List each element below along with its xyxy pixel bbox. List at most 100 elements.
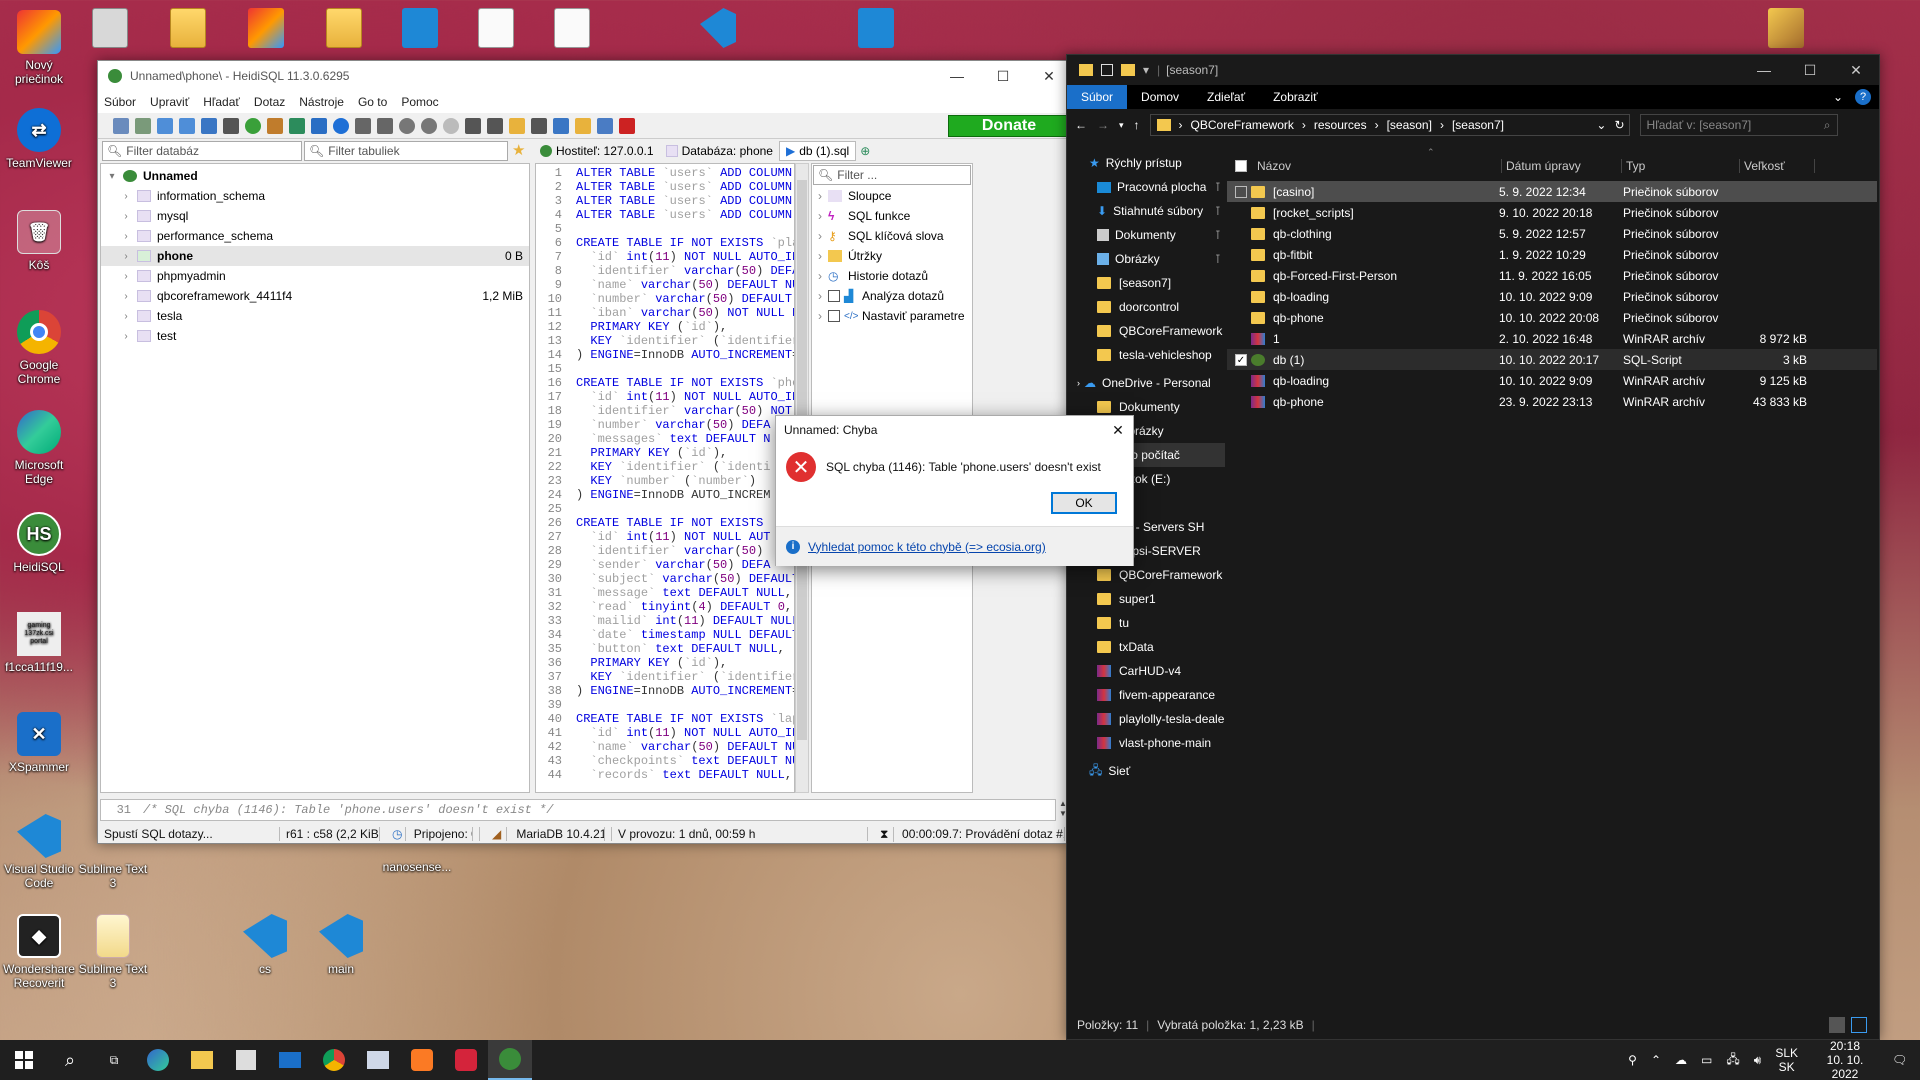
row-checkbox[interactable]: [1235, 312, 1247, 324]
up-arrow-icon[interactable]: ↑: [1134, 118, 1140, 132]
breadcrumb-item[interactable]: resources: [1314, 118, 1367, 132]
desktop-icon-edge[interactable]: Microsoft Edge: [0, 410, 78, 486]
nav-quick-access[interactable]: ★ Rýchly prístup: [1067, 151, 1225, 175]
nav-desktop[interactable]: Pracovná plocha ⊺: [1067, 175, 1225, 199]
file-row[interactable]: qb-fitbit 1. 9. 2022 10:29 Priečinok súbor…: [1227, 244, 1877, 265]
nav-onedrive[interactable]: › ☁ OneDrive - Personal: [1067, 371, 1225, 395]
desktop-icon-heidisql[interactable]: HS HeidiSQL: [0, 512, 78, 574]
chevron-up-icon[interactable]: ⌃: [1651, 1053, 1661, 1067]
tree-item-db[interactable]: › performance_schema: [101, 226, 529, 246]
taskbar-chrome[interactable]: [312, 1040, 356, 1080]
tree-item-db[interactable]: › qbcoreframework_4411f4 1,2 MiB: [101, 286, 529, 306]
nav-folder[interactable]: [season7]: [1067, 271, 1225, 295]
chevron-right-icon[interactable]: ›: [812, 249, 828, 263]
chevron-right-icon[interactable]: ›: [119, 271, 133, 282]
ribbon-tab-home[interactable]: Domov: [1127, 90, 1193, 104]
chevron-right-icon[interactable]: ›: [812, 209, 828, 223]
drive-icon[interactable]: [92, 8, 128, 48]
desktop-icon-teamviewer[interactable]: ⇄ TeamViewer: [0, 108, 78, 170]
row-checkbox[interactable]: ✓: [1235, 353, 1247, 366]
desktop-icon-wondershare[interactable]: ◆ Wondershare Recoverit: [0, 914, 78, 990]
ribbon-tab-file[interactable]: Súbor: [1067, 85, 1128, 109]
helper-filter-input[interactable]: 🔍︎ Filter ...: [813, 165, 971, 185]
breadcrumb-item[interactable]: QBCoreFramework: [1191, 118, 1294, 132]
nav-pictures[interactable]: Obrázky ⊺: [1067, 247, 1225, 271]
copy-icon[interactable]: [157, 117, 173, 134]
chevron-right-icon[interactable]: ›: [119, 251, 133, 262]
chevron-right-icon[interactable]: ›: [119, 331, 133, 342]
row-checkbox[interactable]: [1235, 270, 1247, 282]
file-row[interactable]: [casino] 5. 9. 2022 12:34 Priečinok súboro…: [1227, 181, 1877, 202]
help-link[interactable]: Vyhledat pomoc k této chybě (=> ecosia.o…: [808, 540, 1046, 554]
warning-icon[interactable]: [575, 117, 591, 134]
chevron-right-icon[interactable]: ›: [812, 189, 828, 203]
ribbon-tab-share[interactable]: Zdieľať: [1193, 90, 1259, 104]
add-icon[interactable]: [399, 117, 415, 134]
vscode-icon[interactable]: [700, 8, 736, 48]
tree-item-db[interactable]: › phpmyadmin: [101, 266, 529, 286]
row-checkbox[interactable]: [1235, 249, 1247, 261]
export-icon[interactable]: [289, 117, 305, 134]
cloud-icon[interactable]: ☁: [1675, 1053, 1687, 1067]
undo-icon[interactable]: [201, 117, 217, 134]
nav-folder[interactable]: tesla-vehicleshop: [1067, 343, 1225, 367]
search-input[interactable]: Hľadať v: [season7] ⌕: [1639, 114, 1838, 136]
save-icon[interactable]: [531, 117, 547, 134]
menu-file[interactable]: Súbor: [104, 95, 136, 109]
row-checkbox[interactable]: [1235, 291, 1247, 303]
nav-archive[interactable]: vlast-phone-main: [1067, 731, 1225, 755]
tree-item-db[interactable]: › tesla: [101, 306, 529, 326]
taskbar-xampp[interactable]: [400, 1040, 444, 1080]
menu-edit[interactable]: Upraviť: [150, 95, 189, 109]
chevron-right-icon[interactable]: ›: [119, 311, 133, 322]
desktop-icon-recycle-bin[interactable]: 🗑 Kôš: [0, 210, 78, 272]
helper-item-params[interactable]: › </> Nastaviť parametre: [812, 306, 972, 326]
column-name[interactable]: Názov: [1257, 159, 1501, 173]
people-icon[interactable]: ⚲: [1628, 1053, 1637, 1067]
tree-item-db-selected[interactable]: › phone 0 B: [101, 246, 529, 266]
chevron-down-icon[interactable]: ⌄: [1596, 118, 1606, 132]
taskbar-explorer[interactable]: [180, 1040, 224, 1080]
taskbar-app[interactable]: [356, 1040, 400, 1080]
close-button[interactable]: ✕: [1833, 55, 1879, 85]
clock[interactable]: 20:18 10. 10. 2022: [1812, 1039, 1878, 1080]
tiles-view-icon[interactable]: [1851, 1017, 1867, 1033]
file-row[interactable]: qb-clothing 5. 9. 2022 12:57 Priečinok súb…: [1227, 223, 1877, 244]
file-row[interactable]: qb-loading 10. 10. 2022 9:09 Priečinok súb…: [1227, 286, 1877, 307]
breadcrumb-item[interactable]: [season7]: [1452, 118, 1504, 132]
maximize-button[interactable]: ☐: [1787, 55, 1833, 85]
search-button[interactable]: ⌕: [48, 1040, 92, 1080]
ok-button[interactable]: OK: [1051, 492, 1117, 514]
column-type[interactable]: Typ: [1621, 159, 1739, 173]
nav-folder[interactable]: QBCoreFramework: [1067, 563, 1225, 587]
document-icon[interactable]: [554, 8, 590, 48]
ribbon-tab-view[interactable]: Zobraziť: [1259, 90, 1332, 104]
details-view-icon[interactable]: [1829, 1017, 1845, 1033]
file-row[interactable]: [rocket_scripts] 9. 10. 2022 20:18 Priečin…: [1227, 202, 1877, 223]
paste-icon[interactable]: [179, 117, 195, 134]
file-row[interactable]: qb-phone 10. 10. 2022 20:08 Priečinok súbo…: [1227, 307, 1877, 328]
forward-arrow-icon[interactable]: →: [1097, 118, 1109, 132]
nav-folder[interactable]: txData: [1067, 635, 1225, 659]
chevron-right-icon[interactable]: ›: [119, 211, 133, 222]
battery-icon[interactable]: ▭: [1701, 1053, 1712, 1067]
chevron-down-icon[interactable]: ▾: [105, 171, 119, 182]
nav-folder[interactable]: tu: [1067, 611, 1225, 635]
chevron-right-icon[interactable]: ›: [812, 229, 828, 243]
chevron-right-icon[interactable]: ›: [812, 269, 828, 283]
print-icon[interactable]: [223, 117, 239, 134]
network-icon[interactable]: 🖧: [1726, 1050, 1739, 1071]
users-icon[interactable]: [267, 117, 283, 134]
chevron-right-icon[interactable]: ›: [119, 291, 133, 302]
file-row[interactable]: ✓ db (1) 10. 10. 2022 20:17 SQL-Script 3 kB: [1227, 349, 1877, 370]
nav-archive[interactable]: CarHUD-v4: [1067, 659, 1225, 683]
nav-archive[interactable]: fivem-appearance: [1067, 683, 1225, 707]
desktop-icon-chrome[interactable]: Google Chrome: [0, 310, 78, 386]
tree-item-db[interactable]: › information_schema: [101, 186, 529, 206]
taskbar-mail[interactable]: [268, 1040, 312, 1080]
chevron-right-icon[interactable]: ›: [812, 289, 828, 303]
row-checkbox[interactable]: [1235, 396, 1247, 408]
file-row[interactable]: 1 2. 10. 2022 16:48 WinRAR archív 8 972 kB: [1227, 328, 1877, 349]
chevron-right-icon[interactable]: ›: [1077, 378, 1080, 388]
row-checkbox[interactable]: [1235, 228, 1247, 240]
